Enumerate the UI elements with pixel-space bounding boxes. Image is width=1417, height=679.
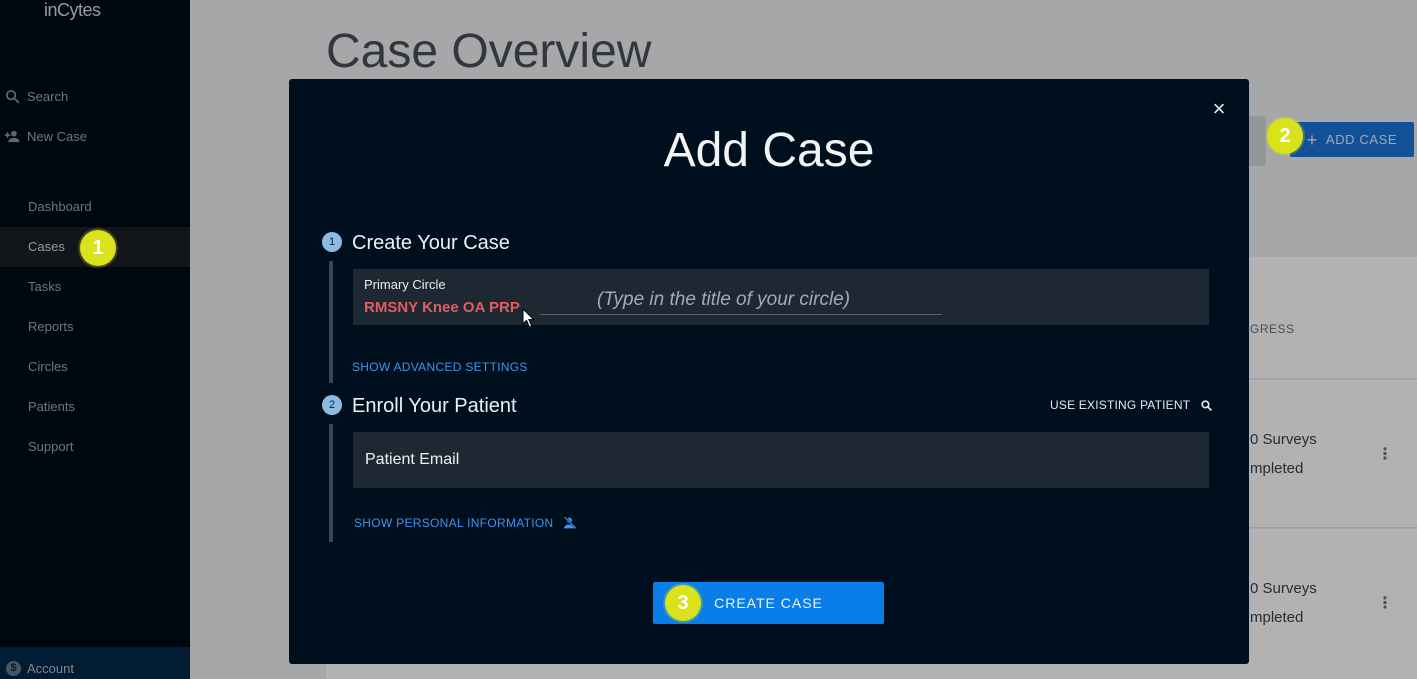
step-2-title: Enroll Your Patient (352, 395, 517, 417)
modal-title: Add Case (663, 124, 875, 177)
add-case-modal: × Add Case 1 Create Your Case Primary Ci… (289, 79, 1249, 664)
use-existing-label: USE EXISTING PATIENT (1050, 398, 1191, 412)
search-icon (1201, 399, 1213, 411)
show-advanced-settings-link[interactable]: SHOW ADVANCED SETTINGS (352, 360, 528, 374)
step-1-title: Create Your Case (352, 232, 510, 254)
close-icon[interactable]: × (1207, 97, 1231, 121)
patient-email-label: Patient Email (365, 451, 460, 468)
mouse-cursor-icon (522, 308, 536, 328)
patient-email-field[interactable]: Patient Email (353, 432, 1209, 488)
step-1-badge: 1 (322, 232, 342, 252)
use-existing-patient-button[interactable]: USE EXISTING PATIENT (1050, 398, 1213, 412)
person-off-icon (563, 516, 577, 530)
personal-information-label: SHOW PERSONAL INFORMATION (354, 516, 554, 530)
annotation-marker-3: 3 (665, 585, 701, 621)
advanced-settings-label: SHOW ADVANCED SETTINGS (352, 360, 528, 374)
annotation-marker-2: 2 (1267, 118, 1303, 154)
hint-underline (540, 314, 942, 315)
annotation-marker-1: 1 (80, 230, 116, 266)
step-1-divider (329, 261, 333, 383)
step-2-badge: 2 (322, 395, 342, 415)
step-2-divider (329, 424, 333, 542)
show-personal-information-link[interactable]: SHOW PERSONAL INFORMATION (354, 515, 578, 531)
primary-circle-field[interactable]: Primary Circle RMSNY Knee OA PRP (Type i… (353, 269, 1209, 325)
primary-circle-value: RMSNY Knee OA PRP (364, 299, 520, 316)
primary-circle-hint: (Type in the title of your circle) (597, 289, 851, 310)
primary-circle-label: Primary Circle (364, 277, 446, 292)
